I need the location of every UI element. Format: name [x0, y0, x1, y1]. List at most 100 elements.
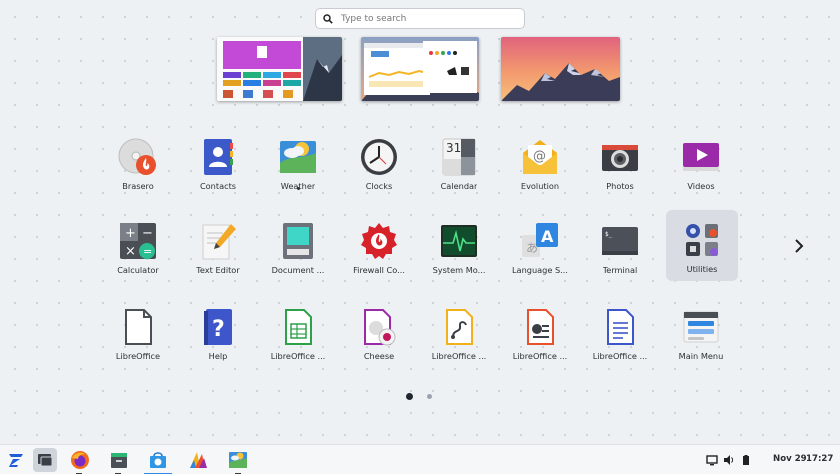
svg-text:=: =: [143, 245, 152, 258]
app-label: Brasero: [122, 181, 154, 191]
app-label: System Mo...: [432, 265, 486, 275]
svg-text:A: A: [541, 227, 554, 246]
terminal-icon: $_: [602, 227, 638, 255]
files-icon: [111, 453, 127, 468]
app-firewall[interactable]: Firewall Co...: [343, 211, 415, 281]
contacts-icon: [204, 139, 233, 175]
app-brasero[interactable]: Brasero: [102, 127, 174, 197]
app-label: Text Editor: [196, 265, 240, 275]
search-icon: [323, 13, 333, 24]
libreoffice-calc-icon: [285, 309, 312, 345]
app-contacts[interactable]: Contacts: [182, 127, 254, 197]
app-terminal[interactable]: $_ Terminal: [584, 211, 656, 281]
app-label: Photos: [606, 181, 634, 191]
utilities-folder-icon: [686, 224, 718, 256]
app-utilities-folder[interactable]: Utilities: [666, 210, 738, 281]
app-libreoffice-writer[interactable]: LibreOffice ...: [584, 297, 656, 367]
app-main-menu[interactable]: Main Menu: [665, 297, 737, 367]
clock-icon: [361, 139, 397, 175]
app-help[interactable]: ? Help: [182, 297, 254, 367]
app-calculator[interactable]: + − × = Calculator: [102, 211, 174, 281]
calendar-day: 31: [446, 141, 461, 155]
page-indicator-2[interactable]: [427, 394, 432, 399]
screen-icon[interactable]: [706, 454, 718, 466]
app-photos[interactable]: Photos: [584, 127, 656, 197]
app-label: Videos: [687, 181, 715, 191]
svg-text:$_: $_: [605, 231, 613, 238]
libreoffice-writer-icon: [607, 309, 634, 345]
software-store-icon: [150, 452, 166, 468]
search-input[interactable]: [341, 13, 511, 24]
brasero-disc-icon: [118, 138, 156, 175]
system-monitor-icon: [441, 225, 477, 257]
app-label: LibreOffice ...: [592, 351, 648, 361]
libreoffice-impress-icon: [527, 309, 554, 345]
time-label[interactable]: 17:27: [806, 454, 833, 464]
taskbar-weather[interactable]: [226, 448, 250, 472]
app-label: LibreOffice: [115, 351, 161, 361]
svg-text:?: ?: [212, 317, 225, 342]
battery-icon[interactable]: [740, 454, 752, 466]
calendar-icon: 31: [442, 138, 476, 176]
app-clocks[interactable]: Clocks: [343, 127, 415, 197]
weather-icon: [229, 452, 247, 468]
app-label: Cheese: [363, 351, 395, 361]
date-label[interactable]: Nov 29: [773, 454, 807, 464]
workspaces-icon: [38, 454, 53, 467]
app-label: Firewall Co...: [353, 265, 405, 275]
taskbar-appearance[interactable]: [186, 448, 210, 472]
taskbar-software-store[interactable]: [146, 448, 170, 472]
app-libreoffice-impress[interactable]: LibreOffice ...: [504, 297, 576, 367]
workspace-thumbnail-3[interactable]: [501, 37, 620, 101]
app-text-editor[interactable]: Text Editor: [182, 211, 254, 281]
text-editor-icon: [202, 224, 236, 260]
app-language-support[interactable]: あ A Language S...: [504, 211, 576, 281]
workspace-thumbnail-1[interactable]: [217, 37, 342, 101]
libreoffice-icon: [125, 309, 152, 345]
app-label: Main Menu: [678, 351, 724, 361]
app-label: LibreOffice ...: [431, 351, 487, 361]
firewall-icon: [361, 223, 397, 259]
workspace-thumbnail-2[interactable]: [361, 37, 479, 101]
app-label: LibreOffice ...: [512, 351, 568, 361]
app-label: Help: [208, 351, 228, 361]
app-libreoffice-draw[interactable]: LibreOffice ...: [423, 297, 495, 367]
app-label: Calendar: [440, 181, 478, 191]
calculator-icon: + − × =: [120, 223, 156, 259]
appearance-icon: [190, 452, 207, 468]
app-libreoffice[interactable]: LibreOffice: [102, 297, 174, 367]
running-indicator: [297, 187, 300, 190]
volume-icon[interactable]: [723, 454, 735, 466]
app-label: Evolution: [520, 181, 560, 191]
next-page-chevron-icon[interactable]: [792, 237, 806, 255]
app-evolution[interactable]: @ Evolution: [504, 127, 576, 197]
app-label: Document ...: [271, 265, 325, 275]
document-scanner-icon: [283, 223, 313, 259]
weather-icon: [280, 141, 316, 173]
taskbar: Nov 29 17:27: [0, 444, 840, 474]
app-label: Clocks: [365, 181, 393, 191]
app-label: Calculator: [117, 265, 159, 275]
app-document-scanner[interactable]: Document ...: [262, 211, 334, 281]
svg-text:−: −: [142, 226, 153, 241]
search-bar[interactable]: [315, 8, 525, 29]
app-system-monitor[interactable]: System Mo...: [423, 211, 495, 281]
workspaces-button[interactable]: [33, 448, 57, 472]
app-calendar[interactable]: 31 Calendar: [423, 127, 495, 197]
main-menu-icon: [683, 311, 719, 343]
mail-icon: @: [523, 140, 557, 174]
taskbar-firefox[interactable]: [68, 448, 92, 472]
firefox-icon: [71, 451, 89, 469]
svg-text:×: ×: [125, 244, 136, 259]
app-libreoffice-calc[interactable]: LibreOffice ...: [262, 297, 334, 367]
language-support-icon: あ A: [522, 223, 558, 257]
app-label: Contacts: [199, 181, 237, 191]
taskbar-files[interactable]: [107, 448, 131, 472]
app-label: Utilities: [686, 264, 718, 274]
libreoffice-draw-icon: [446, 309, 473, 345]
app-label: LibreOffice ...: [270, 351, 326, 361]
page-indicator-1[interactable]: [406, 393, 413, 400]
app-videos[interactable]: Videos: [665, 127, 737, 197]
app-cheese[interactable]: Cheese: [343, 297, 415, 367]
zorin-menu-button[interactable]: [4, 448, 28, 472]
